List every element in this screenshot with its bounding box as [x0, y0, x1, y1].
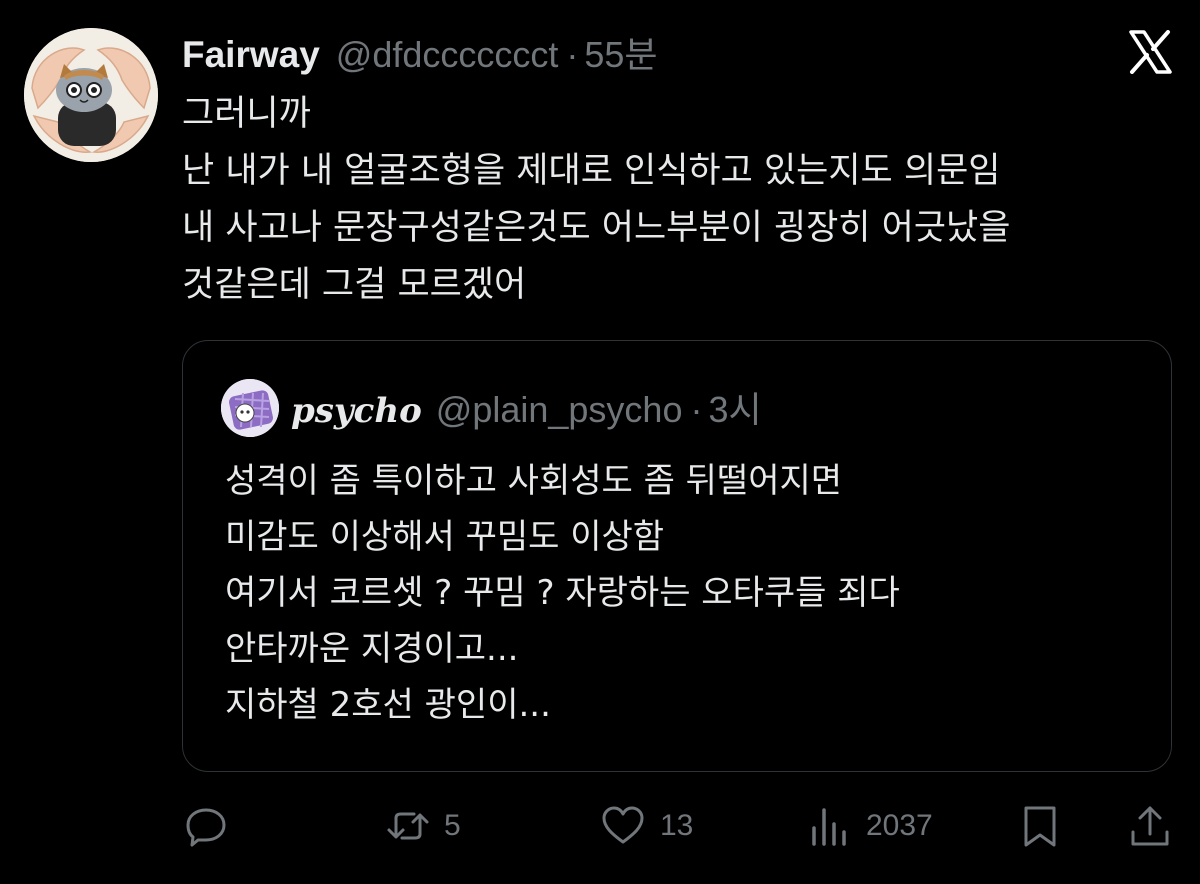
quoted-tweet-text: 성격이 좀 특이하고 사회성도 좀 뒤떨어지면 미감도 이상해서 꾸밈도 이상함…	[225, 453, 900, 733]
quoted-tweet-line: 성격이 좀 특이하고 사회성도 좀 뒤떨어지면	[225, 461, 843, 501]
quoted-tweet-line: 미감도 이상해서 꾸밈도 이상함	[225, 517, 665, 557]
quoted-tweet-card[interactable]: psycho @plain_psycho · 3시 성격이 좀 특이하고 사회성…	[182, 340, 1172, 772]
quoted-tweet-header: psycho @plain_psycho · 3시	[291, 385, 762, 435]
retweet-icon	[386, 804, 430, 848]
reply-icon	[184, 804, 228, 848]
tweet-action-bar: 5 13 2037	[182, 798, 1172, 854]
author-display-name[interactable]: Fairway	[182, 30, 320, 80]
tweet-line: 난 내가 내 얼굴조형을 제대로 인식하고 있는지도 의문임	[182, 151, 1001, 191]
tweet-timestamp[interactable]: 55분	[584, 30, 657, 80]
bookmark-icon	[1018, 804, 1062, 848]
quoted-header-separator: ·	[690, 389, 703, 430]
quoted-author-handle[interactable]: @plain_psycho	[436, 385, 683, 435]
tweet-line: 것같은데 그걸 모르겠어	[182, 265, 527, 305]
heart-icon	[600, 804, 646, 848]
like-count: 13	[660, 809, 694, 842]
header-separator: ·	[566, 34, 579, 75]
quoted-tweet-line: 여기서 코르셋 ? 꾸밈 ? 자랑하는 오타쿠들 죄다	[225, 573, 900, 613]
quoted-tweet-line: 안타까운 지경이고...	[225, 629, 519, 669]
author-handle[interactable]: @dfdccccccct	[336, 30, 559, 80]
x-logo-icon	[1128, 30, 1172, 74]
bookmark-button[interactable]	[1018, 798, 1062, 854]
tweet-line: 내 사고나 문장구성같은것도 어느부분이 굉장히 어긋났을	[182, 208, 1011, 248]
tweet-line: 그러니까	[182, 94, 311, 134]
quoted-tweet-line: 지하철 2호선 광인이...	[225, 685, 551, 725]
retweet-button[interactable]: 5	[386, 798, 461, 854]
quoted-author-display-name[interactable]: psycho	[291, 386, 422, 436]
share-button[interactable]	[1128, 798, 1172, 854]
quoted-author-avatar[interactable]	[221, 379, 279, 437]
reply-button[interactable]	[184, 798, 228, 854]
view-count: 2037	[866, 809, 933, 842]
author-avatar[interactable]	[24, 28, 158, 162]
share-icon	[1128, 804, 1172, 848]
tweet-text: 그러니까 난 내가 내 얼굴조형을 제대로 인식하고 있는지도 의문임 내 사고…	[182, 86, 1172, 314]
views-button[interactable]: 2037	[808, 798, 933, 854]
tweet-header: Fairway @dfdccccccct · 55분	[182, 30, 658, 80]
views-icon	[808, 804, 852, 848]
quoted-tweet-timestamp[interactable]: 3시	[708, 385, 761, 435]
retweet-count: 5	[444, 809, 461, 842]
like-button[interactable]: 13	[600, 798, 693, 854]
